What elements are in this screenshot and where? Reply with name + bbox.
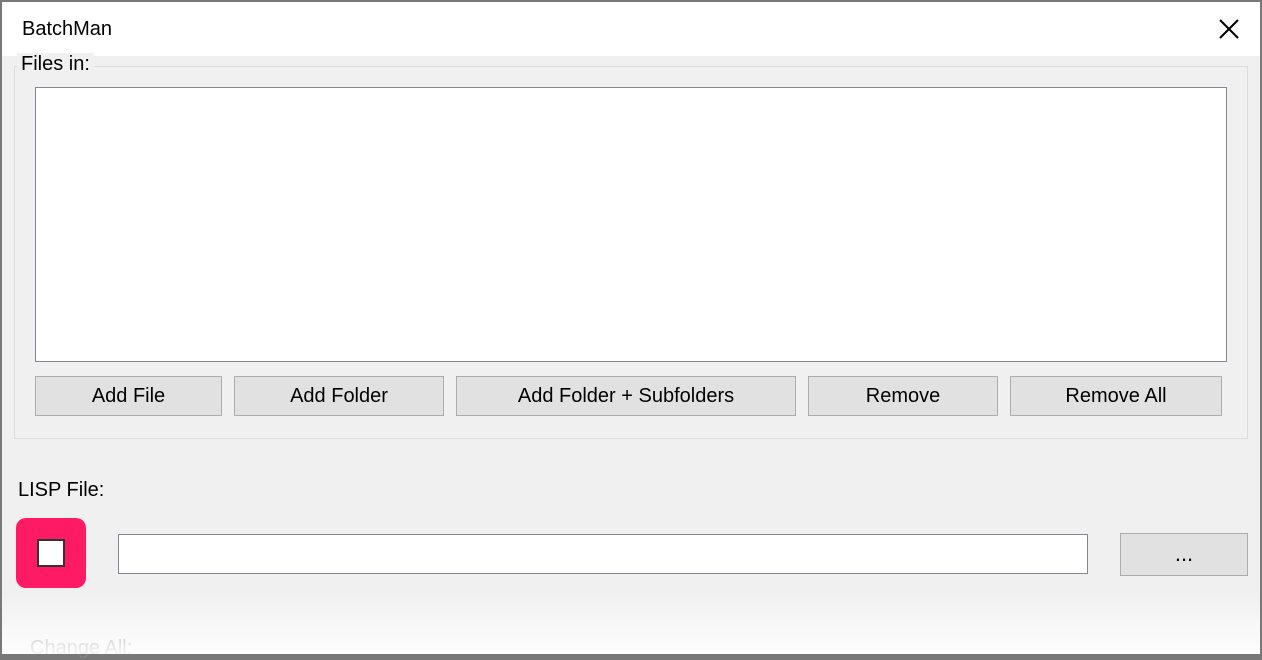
close-icon[interactable] — [1218, 18, 1240, 40]
files-button-row: Add File Add Folder Add Folder + Subfold… — [35, 376, 1227, 416]
lisp-browse-button[interactable]: ... — [1120, 533, 1248, 576]
bottom-fade — [2, 594, 1260, 654]
add-file-button[interactable]: Add File — [35, 376, 222, 416]
files-groupbox: Files in: Add File Add Folder Add Folder… — [14, 66, 1248, 439]
titlebar: BatchMan — [2, 2, 1260, 56]
highlight-box — [16, 518, 86, 588]
add-folder-button[interactable]: Add Folder — [234, 376, 444, 416]
files-group-label: Files in: — [17, 53, 94, 76]
remove-all-button[interactable]: Remove All — [1010, 376, 1222, 416]
remove-button[interactable]: Remove — [808, 376, 998, 416]
add-folder-subfolders-button[interactable]: Add Folder + Subfolders — [456, 376, 796, 416]
files-listbox[interactable] — [35, 87, 1227, 362]
dialog-window: BatchMan Files in: Add File Add Folder A… — [2, 2, 1260, 654]
dialog-content: Files in: Add File Add Folder Add Folder… — [2, 56, 1260, 654]
change-all-label: Change All: — [30, 637, 132, 660]
lisp-section-label: LISP File: — [18, 479, 1248, 502]
lisp-file-input[interactable] — [118, 534, 1088, 574]
window-title: BatchMan — [22, 18, 112, 41]
lisp-row: ... — [16, 520, 1248, 588]
lisp-enable-checkbox[interactable] — [37, 539, 65, 567]
